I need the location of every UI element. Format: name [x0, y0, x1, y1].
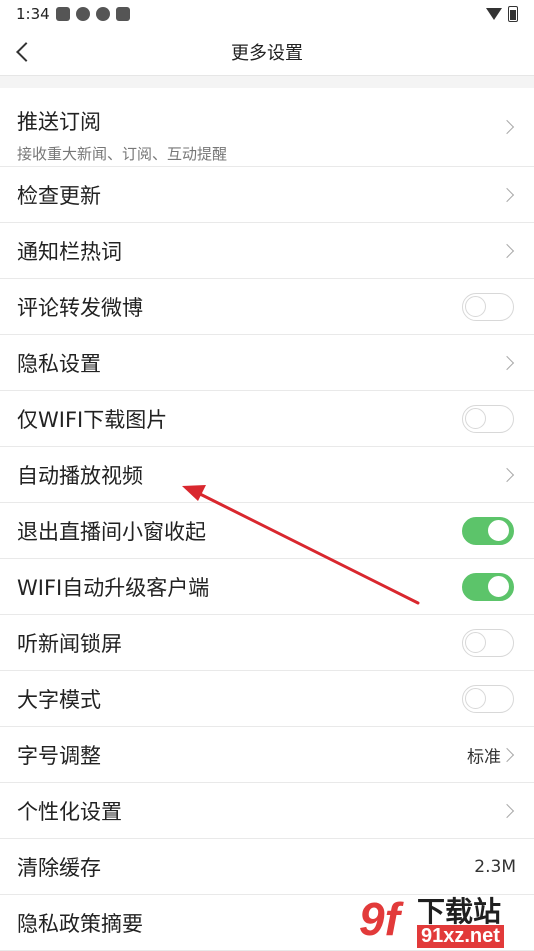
wifi-only-images-toggle[interactable] — [462, 404, 514, 433]
setting-description: 接收重大新闻、订阅、互动提醒 — [17, 145, 228, 163]
live-mini-window-toggle[interactable] — [462, 516, 514, 545]
setting-news-lock-screen: 听新闻锁屏 — [0, 615, 534, 671]
news-lock-screen-toggle[interactable] — [462, 628, 514, 657]
chevron-right-icon — [499, 467, 515, 482]
pinwheel-icon — [95, 7, 110, 21]
setting-large-text: 大字模式 — [0, 671, 534, 727]
pinwheel-icon — [75, 7, 90, 21]
page-title: 更多设置 — [231, 42, 303, 64]
toggle-knob — [465, 631, 486, 653]
large-text-toggle[interactable] — [462, 684, 514, 713]
setting-label: 检查更新 — [17, 183, 101, 208]
battery-icon — [508, 6, 518, 22]
setting-label: 听新闻锁屏 — [17, 631, 122, 656]
toggle-knob — [488, 519, 509, 541]
font-size-value: 标准 — [467, 747, 501, 767]
setting-wifi-auto-upgrade: WIFI自动升级客户端 — [0, 559, 534, 615]
settings-list: 推送订阅 接收重大新闻、订阅、互动提醒 检查更新 通知栏热词 评论转发微博 隐私… — [0, 88, 534, 951]
setting-label: 个性化设置 — [17, 799, 122, 824]
toggle-knob — [465, 687, 486, 709]
setting-label: 推送订阅 — [17, 110, 101, 134]
setting-repost-weibo: 评论转发微博 — [0, 279, 534, 335]
toggle-knob — [465, 295, 486, 317]
status-time: 1:34 — [16, 5, 50, 23]
watermark: 9f 下载站 91xz.net — [359, 890, 534, 950]
wifi-icon — [486, 8, 502, 20]
setting-label: 退出直播间小窗收起 — [17, 519, 206, 544]
chevron-right-icon — [499, 747, 515, 762]
toggle-knob — [465, 407, 486, 429]
setting-label: 自动播放视频 — [17, 463, 143, 488]
chevron-left-icon — [16, 42, 36, 62]
setting-label: 隐私政策摘要 — [17, 911, 143, 936]
setting-label: 评论转发微博 — [17, 295, 143, 320]
chevron-right-icon — [499, 803, 515, 818]
a-icon — [115, 7, 130, 21]
setting-live-mini-window: 退出直播间小窗收起 — [0, 503, 534, 559]
setting-label: 字号调整 — [17, 743, 101, 768]
chevron-right-icon — [499, 355, 515, 370]
watermark-text: 下载站 — [417, 895, 502, 928]
wifi-auto-upgrade-toggle[interactable] — [462, 572, 514, 601]
app-icon — [55, 7, 70, 21]
back-button[interactable] — [10, 34, 42, 70]
setting-wifi-only-images: 仅WIFI下载图片 — [0, 391, 534, 447]
setting-label: 隐私设置 — [17, 351, 101, 376]
watermark-logo: 9f — [359, 893, 400, 945]
setting-privacy[interactable]: 隐私设置 — [0, 335, 534, 391]
setting-font-size[interactable]: 字号调整 标准 — [0, 727, 534, 783]
setting-check-update[interactable]: 检查更新 — [0, 167, 534, 223]
setting-label: 通知栏热词 — [17, 239, 122, 264]
setting-label: WIFI自动升级客户端 — [17, 575, 210, 600]
chevron-right-icon — [499, 187, 515, 202]
cache-size-value: 2.3M — [474, 856, 516, 877]
chevron-right-icon — [499, 119, 515, 135]
toggle-knob — [488, 575, 509, 597]
setting-label: 仅WIFI下载图片 — [17, 407, 168, 432]
setting-clear-cache[interactable]: 清除缓存 2.3M — [0, 839, 534, 895]
setting-personalization[interactable]: 个性化设置 — [0, 783, 534, 839]
setting-push-subscription[interactable]: 推送订阅 接收重大新闻、订阅、互动提醒 — [0, 88, 534, 167]
section-divider — [0, 76, 534, 88]
repost-weibo-toggle[interactable] — [462, 292, 514, 321]
status-bar: 1:34 — [0, 0, 534, 28]
watermark-url: 91xz.net — [417, 925, 504, 948]
setting-label: 清除缓存 — [17, 855, 101, 880]
setting-autoplay-video[interactable]: 自动播放视频 — [0, 447, 534, 503]
header-bar: 更多设置 — [0, 28, 534, 76]
setting-label: 大字模式 — [17, 687, 101, 712]
chevron-right-icon — [499, 243, 515, 258]
setting-notification-hotwords[interactable]: 通知栏热词 — [0, 223, 534, 279]
